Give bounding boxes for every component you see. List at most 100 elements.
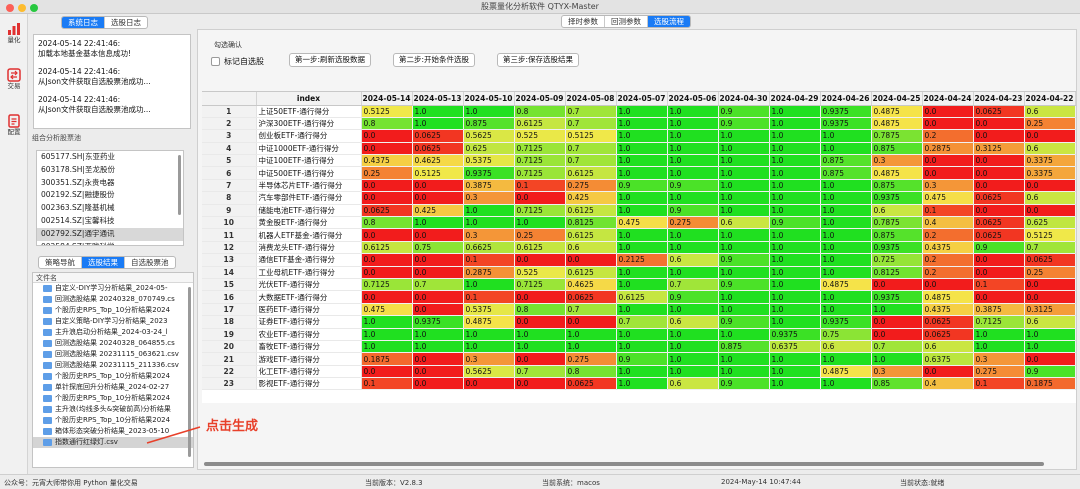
date-header[interactable]: 2024-05-07 — [616, 92, 668, 106]
tab-select-results[interactable]: 选股结果 — [82, 257, 125, 268]
file-item[interactable]: 回测选股结果 20240328_064855.cs — [33, 338, 193, 349]
score-cell: 0.7 — [565, 303, 617, 317]
pool-item[interactable]: 603178.SH|圣龙股份 — [37, 164, 183, 177]
file-item[interactable]: 单针探底回升分析结果_2024-02-27 — [33, 382, 193, 393]
table-row[interactable]: 17 医药ETF-通行得分 0.475 0.0 0.5375 0.8 0.7 1.0 1.0 1.… — [202, 303, 1076, 317]
table-row[interactable]: 9 储能电池ETF-通行得分 0.0625 0.425 1.0 0.7125 0.6125 1… — [202, 204, 1076, 218]
file-item[interactable]: 箱体形态突破分析结果_2023-05-10 — [33, 426, 193, 437]
date-header[interactable]: 2024-04-22 — [1024, 92, 1076, 106]
date-header[interactable]: 2024-05-10 — [463, 92, 515, 106]
score-cell: 1.0 — [412, 216, 464, 230]
tab-system-log[interactable]: 系统日志 — [62, 17, 105, 28]
pool-item[interactable]: 002584.SZ|西陇科学 — [37, 241, 183, 245]
table-row[interactable]: 19 农业ETF-通行得分 1.0 1.0 1.0 1.0 1.0 1.0 1.0 1.0 0.93… — [202, 328, 1076, 341]
table-row[interactable]: 10 黄金股ETF-通行得分 0.8 1.0 1.0 1.0 0.8125 0.475 0.27… — [202, 216, 1076, 230]
pool-item[interactable]: 002792.SZ|通宇通讯 — [37, 227, 183, 241]
pool-item[interactable]: 605177.SH|东亚药业 — [37, 151, 183, 164]
table-row[interactable]: 5 中证100ETF-通行得分 0.4375 0.4625 0.5375 0.7125 0.… — [202, 154, 1076, 168]
score-cell: 0.25 — [514, 228, 566, 242]
file-list[interactable]: 文件名 自定义-DIY学习分析结果_2024-05- 回测选股结果 2024032… — [32, 272, 194, 468]
table-row[interactable]: 16 大数据ETF-通行得分 0.0 0.0 0.1 0.0 0.0625 0.6125 0.9… — [202, 290, 1076, 304]
log-output[interactable]: 2024-05-14 22:41:46: 加载本地基金基本信息成功! 2024-0… — [33, 34, 191, 129]
file-item[interactable]: 回测选股结果 20231115_211336.csv — [33, 360, 193, 371]
date-header[interactable]: 2024-05-09 — [514, 92, 566, 106]
date-header[interactable]: 2024-04-23 — [973, 92, 1025, 106]
table-row[interactable]: 3 创业板ETF-通行得分 0.0 0.0625 0.5625 0.525 0.5125 1.… — [202, 129, 1076, 143]
tab-watchlist[interactable]: 自选股票池 — [125, 257, 175, 268]
file-item[interactable]: 个股历史RPS_Top_10分析结果2024 — [33, 393, 193, 404]
pool-item[interactable]: 002363.SZ|隆基机械 — [37, 202, 183, 215]
pool-scrollbar[interactable] — [178, 155, 181, 215]
tab-select-log[interactable]: 选股日志 — [105, 17, 147, 28]
table-row[interactable]: 13 通信ETF基金-通行得分 0.0 0.0 0.1 0.0 0.0 0.2125 0.6 0.… — [202, 253, 1076, 267]
score-cell: 0.475 — [922, 191, 974, 205]
date-header[interactable]: 2024-05-06 — [667, 92, 719, 106]
mark-watchlist-checkbox[interactable]: 标记自选股 — [211, 56, 264, 67]
checkbox-box[interactable] — [211, 57, 220, 66]
date-header[interactable]: 2024-05-13 — [412, 92, 464, 106]
table-row[interactable]: 4 中证1000ETF-通行得分 0.0 0.0625 0.625 0.7125 0.7 1.… — [202, 142, 1076, 156]
scrollbar-thumb[interactable] — [204, 462, 1044, 466]
stock-pool-list[interactable]: 605177.SH|东亚药业 603178.SH|圣龙股份 300351.SZ|永贵… — [36, 150, 184, 246]
file-item[interactable]: 个股历史RPS_Top_10分析结果2024 — [33, 305, 193, 316]
date-header[interactable]: 2024-04-24 — [922, 92, 974, 106]
file-item[interactable]: 主升浪启动分析结果_2024-03-24_l — [33, 327, 193, 338]
results-table[interactable]: index 2024-05-14 2024-05-13 2024-05-10 2024-… — [202, 91, 1076, 403]
tab-backtest-params[interactable]: 回测参数 — [605, 16, 648, 27]
nav-quant[interactable]: 量化 — [2, 20, 26, 54]
file-item[interactable]: 个股历史RPS_Top_10分析结果2024 — [33, 371, 193, 382]
date-header[interactable]: 2024-04-25 — [871, 92, 923, 106]
score-cell: 0.1 — [361, 377, 413, 391]
table-row[interactable]: 7 半导体芯片ETF-通行得分 0.0 0.0 0.3875 0.1 0.275 0.9 0.9… — [202, 179, 1076, 193]
table-row[interactable]: 18 证券ETF-通行得分 1.0 0.9375 0.4875 0.0 0.0 0.7 0.6 0… — [202, 315, 1076, 329]
table-row[interactable]: 14 工业母机ETF-通行得分 0.0 0.0 0.2875 0.525 0.6125 1.0… — [202, 266, 1076, 279]
file-scrollbar[interactable] — [188, 287, 191, 457]
date-header[interactable]: 2024-04-29 — [769, 92, 821, 106]
file-item[interactable]: 个股历史RPS_Top_10分析结果2024 — [33, 415, 193, 426]
minimize-window-icon[interactable] — [18, 4, 26, 12]
table-row[interactable]: 12 消费龙头ETF-通行得分 0.6125 0.75 0.6625 0.6125 0.6 1… — [202, 241, 1076, 255]
table-row[interactable]: 8 汽车零部件ETF-通行得分 0.0 0.0 0.3 0.0 0.425 1.0 1.0 1.0… — [202, 191, 1076, 205]
tab-timing-params[interactable]: 择时参数 — [562, 16, 605, 27]
table-row[interactable]: 20 畜牧ETF-通行得分 1.0 1.0 1.0 1.0 1.0 1.0 1.0 0.875 0.… — [202, 340, 1076, 354]
table-row[interactable]: 1 上证50ETF-通行得分 0.5125 1.0 1.0 0.8 0.7 1.0 1.0 0.9… — [202, 105, 1076, 118]
date-header[interactable]: 2024-04-30 — [718, 92, 770, 106]
tab-strategy-nav[interactable]: 策略导航 — [39, 257, 82, 268]
table-row[interactable]: 23 影视ETF-通行得分 0.1 0.0 0.0 0.0 0.0625 1.0 0.6 0.9 1… — [202, 377, 1076, 391]
step3-save-button[interactable]: 第三步:保存选股结果 — [497, 53, 580, 67]
score-cell: 0.4625 — [565, 278, 617, 292]
file-item[interactable]: 回测选股结果 20231115_063621.csv — [33, 349, 193, 360]
file-item[interactable]: 回测选股结果 20240328_070749.cs — [33, 294, 193, 305]
score-cell: 0.9 — [1024, 365, 1076, 379]
score-cell: 0.3 — [871, 154, 923, 168]
maximize-window-icon[interactable] — [30, 4, 38, 12]
table-row[interactable]: 21 游戏ETF-通行得分 0.1875 0.0 0.3 0.0 0.275 0.9 1.0 1.… — [202, 352, 1076, 366]
step1-refresh-button[interactable]: 第一步:刷新选股数据 — [289, 53, 372, 67]
tab-select-flow[interactable]: 选股流程 — [648, 16, 690, 27]
step2-select-button[interactable]: 第二步:开始条件选股 — [393, 53, 476, 67]
score-cell: 0.9 — [769, 216, 821, 230]
table-hscrollbar[interactable] — [202, 461, 1076, 467]
nav-trade[interactable]: 交易 — [2, 66, 26, 100]
file-item[interactable]: 自定义-DIY学习分析结果_2024-05- — [33, 283, 193, 294]
score-cell: 1.0 — [820, 142, 872, 156]
table-row[interactable]: 22 化工ETF-通行得分 0.0 0.0 0.5625 0.7 0.8 1.0 1.0 1.0 1… — [202, 365, 1076, 379]
table-row[interactable]: 15 光伏ETF-通行得分 0.7125 0.7 1.0 0.7125 0.4625 1.0 0… — [202, 278, 1076, 292]
pool-item[interactable]: 002514.SZ|宝馨科技 — [37, 215, 183, 228]
nav-config[interactable]: 配置 — [2, 112, 26, 146]
pool-item[interactable]: 002192.SZ|融捷股份 — [37, 189, 183, 202]
date-header[interactable]: 2024-04-26 — [820, 92, 872, 106]
pool-item[interactable]: 300351.SZ|永贵电器 — [37, 177, 183, 190]
date-header[interactable]: 2024-05-08 — [565, 92, 617, 106]
file-item[interactable]: 指数通行红绿灯.csv — [33, 437, 193, 448]
file-item[interactable]: 自定义策略-DIY学习分析结果_2023 — [33, 316, 193, 327]
table-row[interactable]: 11 机器人ETF基金-通行得分 0.0 0.0 0.3 0.25 0.6125 1.0 1.0… — [202, 228, 1076, 242]
file-item[interactable]: 主升浪(均线多头&突破前高)分析结果 — [33, 404, 193, 415]
index-header[interactable]: index — [256, 92, 362, 106]
config-icon — [8, 114, 20, 128]
score-cell: 0.9375 — [871, 241, 923, 255]
date-header[interactable]: 2024-05-14 — [361, 92, 413, 106]
table-row[interactable]: 6 中证500ETF-通行得分 0.25 0.5125 0.9375 0.7125 0.61… — [202, 166, 1076, 180]
table-row[interactable]: 2 沪深300ETF-通行得分 0.8 1.0 0.875 0.6125 0.7 1.0 1.0… — [202, 117, 1076, 131]
close-window-icon[interactable] — [6, 4, 14, 12]
